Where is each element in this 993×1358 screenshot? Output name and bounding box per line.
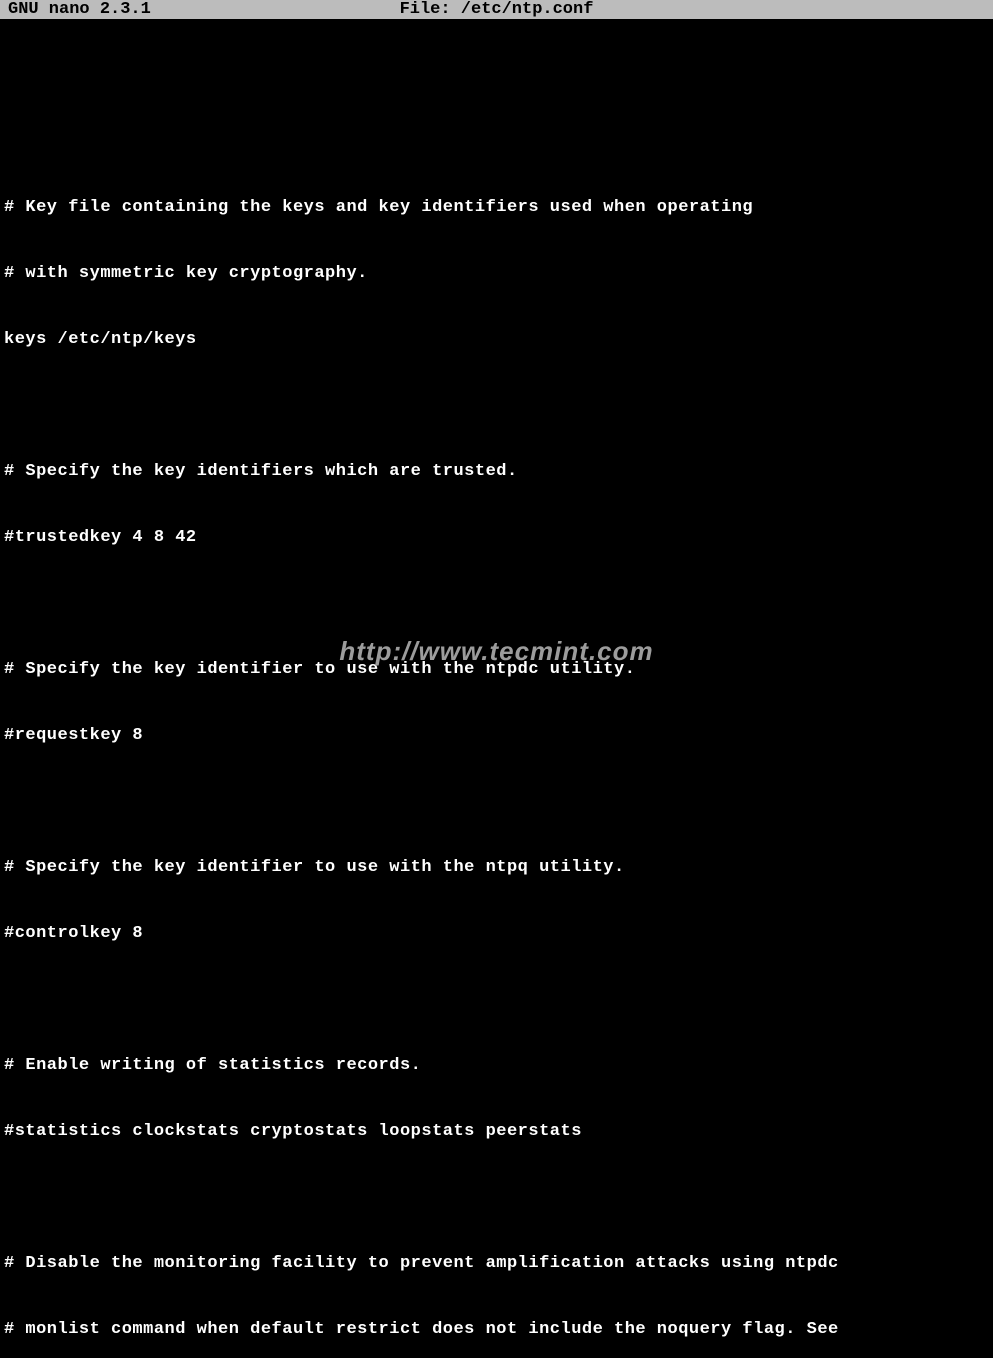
file-line bbox=[4, 791, 989, 813]
file-line: keys /etc/ntp/keys bbox=[4, 329, 989, 351]
file-line: # Specify the key identifier to use with… bbox=[4, 857, 989, 879]
file-line: # Key file containing the keys and key i… bbox=[4, 197, 989, 219]
file-line: # Disable the monitoring facility to pre… bbox=[4, 1253, 989, 1275]
file-line: # Specify the key identifiers which are … bbox=[4, 461, 989, 483]
app-name: GNU nano 2.3.1 bbox=[4, 0, 151, 19]
file-line bbox=[4, 1187, 989, 1209]
editor-title-bar: GNU nano 2.3.1 File: /etc/ntp.conf bbox=[0, 0, 993, 19]
file-line: # Enable writing of statistics records. bbox=[4, 1055, 989, 1077]
file-line bbox=[4, 395, 989, 417]
file-line bbox=[4, 593, 989, 615]
editor-content[interactable]: # Key file containing the keys and key i… bbox=[0, 21, 993, 1358]
file-line: # with symmetric key cryptography. bbox=[4, 263, 989, 285]
file-line bbox=[4, 131, 989, 153]
file-path: File: /etc/ntp.conf bbox=[400, 0, 594, 19]
file-line: #controlkey 8 bbox=[4, 923, 989, 945]
file-line: #statistics clockstats cryptostats loops… bbox=[4, 1121, 989, 1143]
file-line: #trustedkey 4 8 42 bbox=[4, 527, 989, 549]
file-line bbox=[4, 65, 989, 87]
watermark-text: http://www.tecmint.com bbox=[339, 636, 653, 667]
file-line: #requestkey 8 bbox=[4, 725, 989, 747]
file-line: # monlist command when default restrict … bbox=[4, 1319, 989, 1341]
file-line bbox=[4, 989, 989, 1011]
